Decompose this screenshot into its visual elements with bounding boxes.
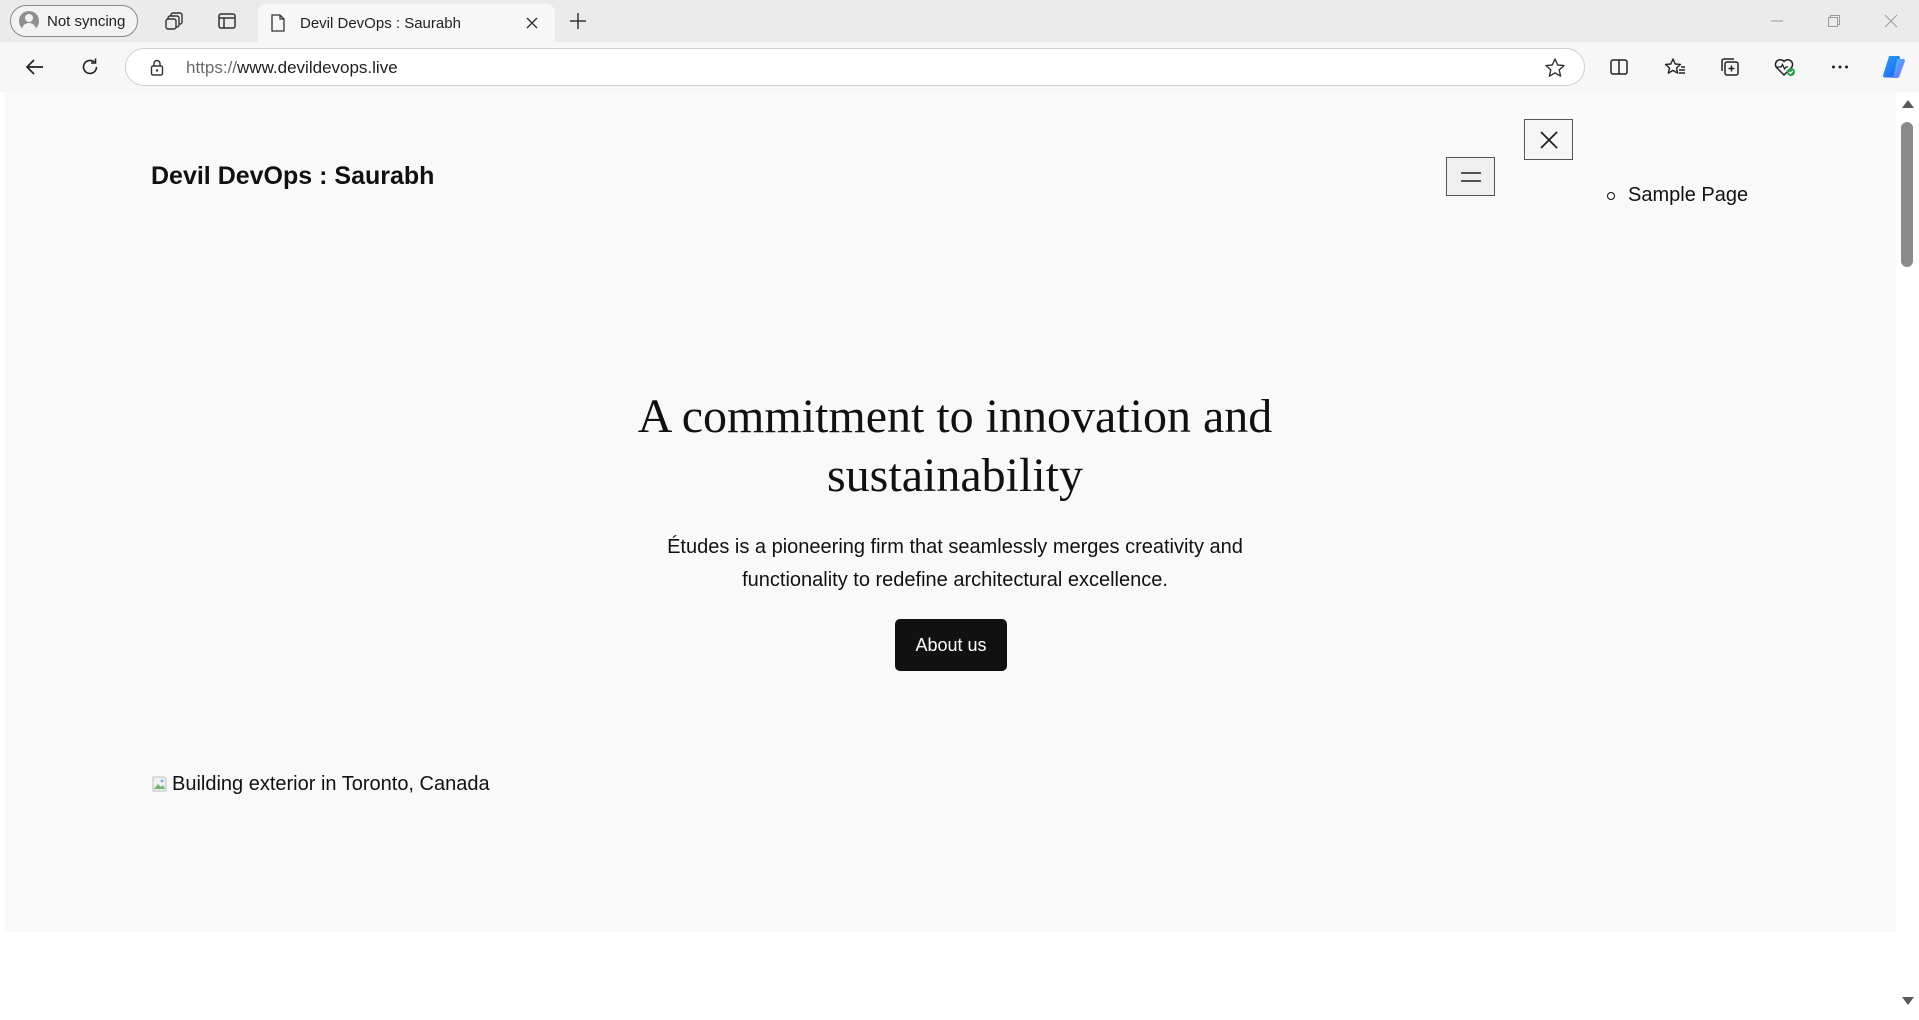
- collections-button[interactable]: [1714, 52, 1746, 82]
- favorites-icon: [1664, 58, 1685, 74]
- favorite-button[interactable]: [1544, 57, 1566, 79]
- hero-heading-line-1: A commitment to innovation and: [637, 390, 1273, 443]
- hero-image: Building exterior in Toronto, Canada: [151, 773, 490, 796]
- menu-close-button[interactable]: [1524, 119, 1573, 160]
- copilot-button[interactable]: [1878, 52, 1910, 82]
- hero-heading: A commitment to innovation and sustainab…: [550, 387, 1360, 505]
- broken-image-icon: [151, 775, 171, 795]
- browser-title-bar: Not syncing Devil DevOps : Saurabh: [0, 0, 1919, 42]
- scroll-down-arrow-icon[interactable]: [1902, 997, 1914, 1005]
- site-info-button[interactable]: [150, 59, 164, 76]
- address-bar[interactable]: https://www.devildevops.live: [125, 48, 1585, 86]
- image-alt-text: Building exterior in Toronto, Canada: [172, 773, 490, 795]
- profile-button[interactable]: Not syncing: [10, 5, 139, 37]
- scrollbar-thumb[interactable]: [1901, 122, 1913, 267]
- scroll-up-arrow-icon[interactable]: [1902, 100, 1914, 108]
- browser-toolbar: https://www.devildevops.live: [0, 42, 1919, 92]
- vertical-tabs-icon: [218, 13, 236, 29]
- site-title[interactable]: Devil DevOps : Saurabh: [151, 162, 434, 191]
- minimize-button[interactable]: [1749, 0, 1805, 42]
- site-navigation: Sample Page: [1607, 184, 1748, 207]
- url-host: www.devildevops.live: [237, 58, 398, 77]
- refresh-icon: [82, 58, 98, 75]
- hero-heading-line-2: sustainability: [827, 449, 1083, 502]
- tab-actions-button[interactable]: [212, 7, 242, 35]
- back-button[interactable]: [19, 52, 51, 82]
- refresh-button[interactable]: [74, 52, 106, 82]
- window-close-button[interactable]: [1863, 0, 1919, 42]
- restore-icon: [1828, 15, 1840, 27]
- copilot-icon: [1883, 56, 1905, 78]
- collections-icon: [1721, 58, 1739, 76]
- close-icon: [1539, 130, 1558, 149]
- restore-button[interactable]: [1806, 0, 1862, 42]
- hero-description-line-1: Études is a pioneering firm that seamles…: [667, 536, 1243, 558]
- heart-pulse-icon: [1774, 59, 1795, 76]
- star-icon: [1545, 58, 1565, 77]
- menu-open-button[interactable]: [1446, 157, 1495, 196]
- workspaces-button[interactable]: [160, 7, 190, 35]
- favorites-button[interactable]: [1659, 52, 1691, 82]
- hero-description-line-2: functionality to redefine architectural …: [742, 569, 1168, 591]
- back-arrow-icon: [25, 59, 43, 75]
- plus-icon: [570, 13, 586, 29]
- nav-item-sample-page[interactable]: Sample Page: [1607, 184, 1748, 207]
- close-icon: [1884, 14, 1898, 28]
- page-icon: [271, 14, 285, 32]
- hamburger-icon: [1460, 171, 1481, 182]
- close-icon: [526, 17, 538, 29]
- lock-icon: [150, 59, 164, 76]
- circle-bullet-icon: [1607, 191, 1615, 200]
- settings-more-button[interactable]: [1824, 52, 1856, 82]
- ellipsis-icon: [1832, 65, 1848, 69]
- nav-item-label: Sample Page: [1628, 184, 1749, 206]
- new-tab-button[interactable]: [563, 7, 593, 35]
- tab-active[interactable]: Devil DevOps : Saurabh: [258, 4, 555, 42]
- page-viewport: Devil DevOps : Saurabh Sample Page A com…: [5, 92, 1896, 1017]
- browser-essentials-button[interactable]: [1769, 52, 1801, 82]
- split-screen-button[interactable]: [1603, 52, 1635, 82]
- minimize-icon: [1771, 20, 1783, 22]
- tab-close-button[interactable]: [521, 12, 543, 34]
- tab-title: Devil DevOps : Saurabh: [300, 14, 461, 32]
- split-screen-icon: [1610, 59, 1628, 75]
- profile-avatar-icon: [19, 11, 39, 31]
- url-text[interactable]: https://www.devildevops.live: [186, 58, 398, 78]
- page-scrollbar[interactable]: [1896, 92, 1919, 1017]
- site-page: Devil DevOps : Saurabh Sample Page A com…: [5, 92, 1896, 932]
- workspaces-icon: [165, 12, 183, 30]
- hero-description: Études is a pioneering firm that seamles…: [590, 531, 1320, 597]
- profile-label: Not syncing: [47, 12, 126, 30]
- about-us-button[interactable]: About us: [895, 619, 1007, 671]
- url-protocol: https://: [186, 58, 238, 77]
